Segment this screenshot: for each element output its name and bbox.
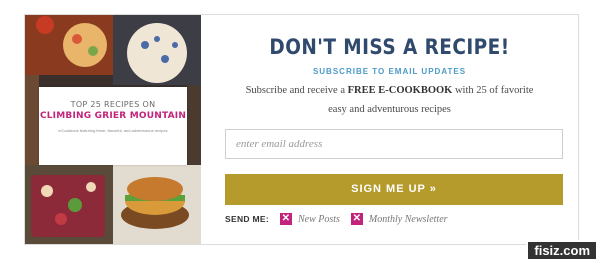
subscribe-widget: TOP 25 RECIPES ON CLIMBING GRIER MOUNTAI… (24, 14, 579, 245)
ecookbook-title-band: TOP 25 RECIPES ON CLIMBING GRIER MOUNTAI… (39, 87, 187, 165)
sign-me-up-button[interactable]: SIGN ME UP » (225, 174, 563, 205)
watermark: fisiz.com (526, 240, 598, 261)
new-posts-label: New Posts (297, 213, 340, 225)
description: Subscribe and receive a FREE E-COOKBOOK … (241, 81, 538, 119)
ecookbook-cover-image: TOP 25 RECIPES ON CLIMBING GRIER MOUNTAI… (25, 15, 201, 244)
headline: DON'T MISS A RECIPE! (269, 35, 510, 59)
email-input[interactable]: enter email address (225, 129, 563, 159)
option-new-posts[interactable]: ✕ New Posts (279, 213, 340, 225)
monthly-newsletter-label: Monthly Newsletter (368, 213, 448, 225)
cover-top-line: TOP 25 RECIPES ON (70, 100, 156, 109)
new-posts-checkbox-icon[interactable]: ✕ (279, 213, 292, 225)
send-me-label: SEND ME: (225, 214, 269, 224)
subscribe-panel: DON'T MISS A RECIPE! SUBSCRIBE TO EMAIL … (201, 15, 578, 244)
cover-title: CLIMBING GRIER MOUNTAIN (39, 111, 187, 121)
description-before: Subscribe and receive a (245, 85, 348, 96)
subheading: SUBSCRIBE TO EMAIL UPDATES (312, 67, 467, 76)
send-me-options: SEND ME: ✕ New Posts ✕ Monthly Newslette… (225, 212, 448, 226)
monthly-newsletter-checkbox-icon[interactable]: ✕ (350, 213, 363, 225)
cover-description: eCookbook featuring fresh, flavorful, an… (58, 128, 168, 133)
description-bold: FREE E-COOKBOOK (347, 85, 453, 96)
email-placeholder: enter email address (236, 138, 323, 150)
option-monthly-newsletter[interactable]: ✕ Monthly Newsletter (350, 213, 448, 225)
